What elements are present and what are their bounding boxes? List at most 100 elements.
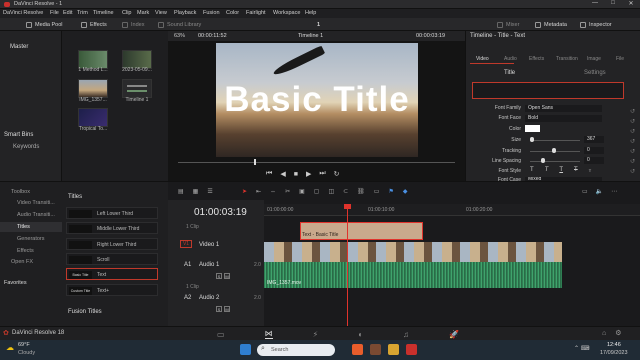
metadata-button[interactable]: Metadata xyxy=(535,20,567,29)
font-face-select[interactable]: Bold xyxy=(525,115,602,122)
zoom-level[interactable]: 63% xyxy=(174,33,185,39)
position-lock-icon[interactable]: ▭ xyxy=(374,188,380,195)
font-style-underline[interactable]: T xyxy=(559,167,563,173)
menu-file[interactable]: File xyxy=(50,10,59,16)
menu-mark[interactable]: Mark xyxy=(137,10,149,16)
menu-fairlight[interactable]: Fairlight xyxy=(246,10,266,16)
menu-playback[interactable]: Playback xyxy=(174,10,196,16)
line-spacing-slider-handle[interactable] xyxy=(541,158,545,163)
reset-icon[interactable]: ↺ xyxy=(630,147,635,157)
clock-date[interactable]: 17/09/2023 xyxy=(600,350,628,356)
blade-tool-icon[interactable]: ✂ xyxy=(285,188,290,195)
reset-icon[interactable]: ↺ xyxy=(630,107,635,117)
font-style-strike[interactable]: T xyxy=(574,167,578,173)
font-style-italic[interactable]: T xyxy=(545,167,549,173)
replace-clip-icon[interactable]: ◫ xyxy=(328,188,334,195)
video-clip[interactable] xyxy=(264,242,562,262)
size-slider[interactable] xyxy=(530,140,580,141)
fairlight-page-icon[interactable]: ♫ xyxy=(403,330,409,339)
index-button[interactable]: Index xyxy=(122,20,144,29)
menu-help[interactable]: Help xyxy=(305,10,316,16)
tracking-input[interactable]: 0 xyxy=(584,147,604,154)
dynamic-trim-icon[interactable]: ⇔ xyxy=(270,189,276,195)
media-page-icon[interactable]: ▭ xyxy=(217,330,225,339)
media-pool-button[interactable]: Media Pool xyxy=(26,20,63,29)
size-slider-handle[interactable] xyxy=(530,137,534,142)
menu-color[interactable]: Color xyxy=(226,10,239,16)
loop-icon[interactable]: ↻ xyxy=(334,170,340,178)
tray-icons[interactable]: ⌃ ⌨ xyxy=(574,345,589,352)
tab-audio[interactable]: Audio xyxy=(504,56,517,62)
line-spacing-input[interactable]: 0 xyxy=(584,157,604,164)
tracking-slider-handle[interactable] xyxy=(552,148,556,153)
overflow-menu-icon[interactable]: ⋯ xyxy=(611,188,617,195)
weather-temp[interactable]: 69°F xyxy=(18,342,30,348)
timeline-ruler[interactable]: 01:00:00:00 01:00:10:00 01:00:20:00 xyxy=(264,204,640,216)
bin-master[interactable]: Master xyxy=(10,44,28,50)
edit-page-icon[interactable]: ⋈ xyxy=(264,329,273,339)
color-swatch[interactable] xyxy=(525,125,540,132)
timeline-view-icon[interactable]: ▤ xyxy=(178,188,184,195)
weather-desc[interactable]: Cloudy xyxy=(18,350,35,356)
tab-file[interactable]: File xyxy=(616,56,624,62)
toolbox-item[interactable]: Open FX xyxy=(11,259,33,265)
insert-clip-icon[interactable]: ▣ xyxy=(299,188,305,195)
mute-button[interactable]: M xyxy=(224,306,230,312)
flag-icon[interactable]: ⚑ xyxy=(388,188,393,195)
search-box[interactable]: ⌕ Search xyxy=(257,344,335,356)
menu-fusion[interactable]: Fusion xyxy=(203,10,220,16)
jump-start-icon[interactable]: ⏮ xyxy=(266,170,272,178)
mixer-button[interactable]: Mixer xyxy=(497,20,519,29)
color-page-icon[interactable]: ◐ xyxy=(358,330,363,339)
stop-icon[interactable]: ■ xyxy=(294,171,298,178)
maximize-button[interactable]: □ xyxy=(604,0,622,9)
edit-mode-icon[interactable]: ▦ xyxy=(193,188,199,195)
toolbox-item[interactable]: Video Transiti... xyxy=(17,200,55,206)
tab-effects[interactable]: Effects xyxy=(529,56,544,62)
smart-bin-keywords[interactable]: Keywords xyxy=(13,144,39,150)
video-frame[interactable]: Basic Title xyxy=(216,43,418,157)
linked-selection-icon[interactable]: ⛓ xyxy=(357,188,365,195)
font-family-select[interactable]: Open Sans xyxy=(525,105,602,112)
track-id-v1[interactable]: V1 xyxy=(180,240,192,248)
menu-davinci-resolve[interactable]: DaVinci Resolve xyxy=(3,10,43,16)
scrub-handle[interactable] xyxy=(254,159,256,165)
effects-button[interactable]: Effects xyxy=(81,20,107,29)
scrub-bar[interactable] xyxy=(178,162,455,163)
size-input[interactable]: 367 xyxy=(584,136,604,143)
close-button[interactable]: ✕ xyxy=(622,0,640,9)
settings-icon[interactable]: ⚙ xyxy=(615,329,621,337)
windows-start-icon[interactable] xyxy=(240,344,251,355)
deliver-page-icon[interactable]: 🚀 xyxy=(449,330,459,339)
title-item-selected[interactable]: Basic Title Text xyxy=(66,268,158,280)
home-icon[interactable]: ⌂ xyxy=(602,330,606,337)
jump-end-icon[interactable]: ⏭ xyxy=(319,170,325,178)
clock-time[interactable]: 12:46 xyxy=(607,342,621,348)
title-item[interactable]: Custom Title Text+ xyxy=(66,284,158,296)
menu-view[interactable]: View xyxy=(155,10,167,16)
playhead[interactable] xyxy=(347,205,348,326)
menu-timeline[interactable]: Timeline xyxy=(93,10,114,16)
menu-clip[interactable]: Clip xyxy=(122,10,131,16)
track-id-a2[interactable]: A2 xyxy=(184,295,191,301)
tab-image[interactable]: Image xyxy=(587,56,601,62)
selection-tool-icon[interactable]: ➤ xyxy=(242,188,247,195)
subtab-title[interactable]: Title xyxy=(504,70,515,76)
media-clip-thumb[interactable] xyxy=(78,79,108,98)
toolbox-item[interactable]: Audio Transiti... xyxy=(17,212,55,218)
zoom-slider-icon[interactable]: ▭ xyxy=(582,188,588,195)
audio-volume-icon[interactable]: 🔈 xyxy=(596,188,603,195)
marker-icon[interactable]: ◆ xyxy=(403,188,408,195)
reset-icon[interactable]: ↺ xyxy=(630,127,635,137)
snapping-icon[interactable]: ⊂ xyxy=(343,188,348,195)
app-icon[interactable] xyxy=(370,344,381,355)
title-item[interactable]: Right Lower Third xyxy=(66,238,158,250)
text-entry-box[interactable] xyxy=(472,82,624,99)
title-clip[interactable]: Text - Basic Title xyxy=(300,222,423,240)
fusion-page-icon[interactable]: ⚡ xyxy=(313,330,319,339)
overwrite-clip-icon[interactable]: ▢ xyxy=(314,188,320,195)
file-explorer-icon[interactable] xyxy=(388,344,399,355)
audio-clip[interactable]: IMG_1357.mov xyxy=(264,262,562,288)
timeline-thumb[interactable] xyxy=(122,79,152,98)
inspector-button[interactable]: Inspector xyxy=(580,20,612,29)
